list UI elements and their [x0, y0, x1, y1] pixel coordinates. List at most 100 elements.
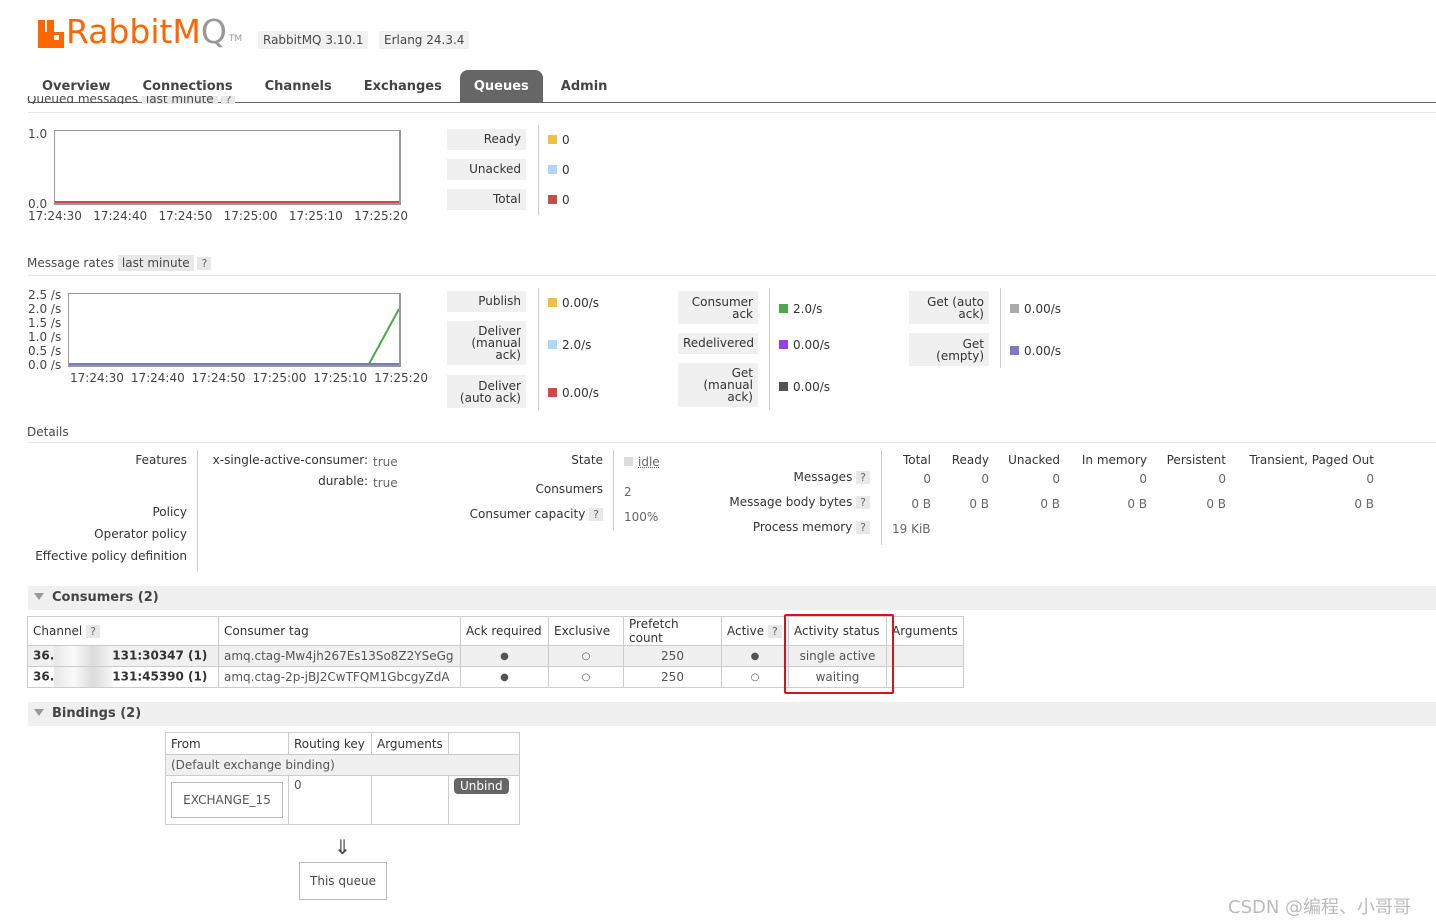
get-auto-swatch	[1010, 304, 1019, 313]
details-divider	[881, 450, 882, 545]
consumer-ack-swatch	[779, 304, 788, 313]
redacted-ip	[54, 667, 113, 687]
col-from: From	[165, 732, 289, 755]
tab-admin[interactable]: Admin	[547, 70, 622, 103]
feature-sac-key: x-single-active-consumer:	[212, 453, 368, 467]
help-icon[interactable]: ?	[767, 625, 782, 638]
rates-plot	[69, 308, 399, 365]
arguments-cell	[886, 645, 964, 667]
rate-publish-label: Publish	[447, 291, 526, 312]
rate-deliver-manual-label: Deliver (manual ack)	[447, 321, 526, 365]
x-tick: 17:25:20	[374, 371, 428, 385]
messages-persistent: 0	[1218, 472, 1226, 486]
stats-header: In memory	[1081, 453, 1147, 467]
messages-transient: 0	[1366, 472, 1374, 486]
stats-header: Ready	[951, 453, 989, 467]
redelivered-swatch	[779, 340, 788, 349]
rate-get-manual-value: 0.00/s	[779, 380, 830, 394]
state-label: State	[571, 453, 603, 467]
help-icon[interactable]: ?	[856, 521, 870, 534]
exclusive-cell: ○	[548, 645, 624, 667]
col-consumer-tag: Consumer tag	[218, 616, 461, 646]
y-tick: 1.0	[28, 127, 48, 141]
publish-swatch	[548, 298, 557, 307]
messages-in-memory: 0	[1139, 472, 1147, 486]
ready-swatch	[548, 135, 557, 144]
tab-channels[interactable]: Channels	[251, 70, 346, 103]
col-active: Active ?	[721, 616, 789, 646]
rates-divider	[1000, 288, 1001, 368]
exchange-link[interactable]: EXCHANGE_15	[171, 782, 283, 818]
x-tick: 17:24:30	[70, 371, 124, 385]
rate-redelivered-label: Redelivered	[678, 333, 758, 354]
x-tick: 17:24:50	[191, 371, 246, 385]
process-memory-label: Process memory ?	[700, 520, 870, 534]
unbind-button[interactable]: Unbind	[454, 778, 509, 794]
channel-link[interactable]: 36. 131:30347 (1)	[27, 645, 219, 667]
help-icon[interactable]: ?	[86, 625, 100, 638]
table-row: (Default exchange binding)	[165, 754, 520, 776]
ack-required-cell: ●	[460, 645, 549, 667]
channel-link[interactable]: 36. 131:45390 (1)	[27, 666, 219, 688]
help-icon[interactable]: ?	[589, 508, 603, 521]
active-cell: ○	[721, 666, 789, 688]
col-arguments: Arguments	[886, 616, 964, 646]
tab-queues[interactable]: Queues	[459, 70, 543, 103]
x-tick: 17:24:40	[130, 371, 185, 385]
col-channel: Channel ?	[27, 616, 219, 646]
prefetch-cell: 250	[623, 666, 722, 688]
bytes-in-memory: 0 B	[1127, 497, 1147, 511]
rate-deliver-auto-label: Deliver (auto ack)	[447, 375, 526, 408]
feature-durable-value: true	[373, 476, 398, 490]
policy-label: Policy	[152, 505, 187, 519]
consumer-capacity-label: Consumer capacity ?	[440, 507, 603, 521]
legend-total-label: Total	[447, 189, 526, 210]
bytes-unacked: 0 B	[1040, 497, 1060, 511]
details-divider	[197, 450, 198, 572]
x-tick: 17:25:00	[223, 209, 278, 223]
legend-total-value: 0	[548, 193, 570, 207]
messages-total: 0	[923, 472, 931, 486]
trademark: TM	[228, 34, 243, 44]
rates-range-selector[interactable]: last minute	[117, 255, 194, 271]
rate-get-manual-label: Get (manual ack)	[678, 363, 758, 407]
rate-redelivered-value: 0.00/s	[779, 338, 830, 352]
erlang-badge: Erlang 24.3.4	[379, 31, 470, 49]
queued-x-ticks: 17:24:30 17:24:40 17:24:50 17:25:00 17:2…	[28, 209, 408, 223]
tab-exchanges[interactable]: Exchanges	[350, 70, 456, 103]
messages-unacked: 0	[1052, 472, 1060, 486]
state-value: idle	[624, 455, 660, 469]
consumer-capacity-value: 100%	[624, 510, 659, 524]
help-icon[interactable]: ?	[856, 496, 870, 509]
consumer-tag-cell: amq.ctag-2p-jBJ2CwTFQM1GbcgyZdA	[218, 666, 461, 688]
rate-deliver-auto-value: 0.00/s	[548, 386, 599, 400]
legend-unacked-value: 0	[548, 163, 570, 177]
details-title: Details	[27, 425, 69, 439]
watermark: CSDN @编程、小哥哥	[1228, 897, 1412, 918]
help-icon[interactable]: ?	[856, 471, 870, 484]
stats-header: Unacked	[1008, 453, 1060, 467]
help-icon[interactable]: ?	[197, 257, 212, 270]
logo-text: RabbitMQ	[66, 12, 227, 51]
bindings-section-header[interactable]: Bindings (2)	[28, 702, 1436, 726]
col-arguments: Arguments	[371, 732, 449, 755]
consumers-section-header[interactable]: Consumers (2)	[28, 586, 1436, 610]
x-tick: 17:24:40	[93, 209, 148, 223]
version-badge: RabbitMQ 3.10.1	[258, 31, 369, 49]
consumer-tag-cell: amq.ctag-Mw4jh267Es13So8Z2YSeGg	[218, 645, 461, 667]
prefetch-cell: 250	[623, 645, 722, 667]
table-row: EXCHANGE_15 0 Unbind	[165, 775, 520, 825]
rate-publish-value: 0.00/s	[548, 296, 599, 310]
get-empty-swatch	[1010, 346, 1019, 355]
col-exclusive: Exclusive	[548, 616, 624, 646]
effective-policy-label: Effective policy definition	[35, 549, 187, 563]
consumer-ack-series	[368, 308, 399, 365]
section-divider	[28, 442, 1436, 443]
messages-label: Messages ?	[700, 470, 870, 484]
from-cell: EXCHANGE_15	[165, 775, 289, 825]
default-binding-row: (Default exchange binding)	[165, 754, 520, 776]
rate-consumer-ack-value: 2.0/s	[779, 302, 822, 316]
rate-consumer-ack-label: Consumer ack	[678, 291, 758, 324]
total-swatch	[548, 195, 557, 204]
rate-get-empty-label: Get (empty)	[909, 333, 989, 366]
